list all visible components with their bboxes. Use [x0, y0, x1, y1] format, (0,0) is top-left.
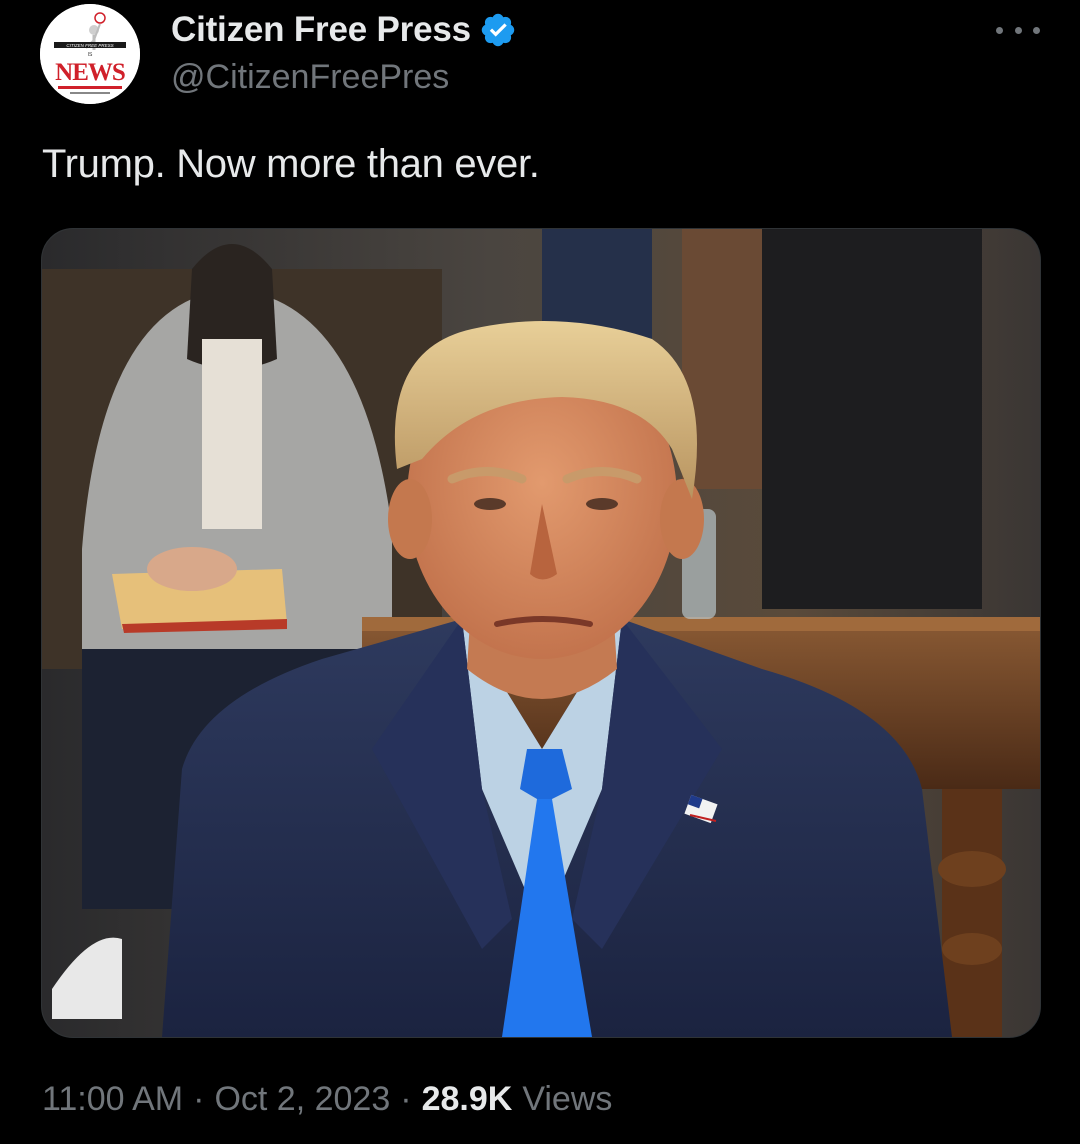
avatar-logo-image: CITIZEN FREE PRESS IS NEWS: [40, 4, 140, 104]
meta-separator: ·: [193, 1080, 205, 1118]
tweet-photo[interactable]: [41, 228, 1041, 1038]
tweet-date[interactable]: Oct 2, 2023: [214, 1080, 390, 1119]
avatar-text-top: CITIZEN FREE PRESS: [66, 43, 113, 48]
tweet-text: Trump. Now more than ever.: [42, 142, 540, 186]
author-handle[interactable]: @CitizenFreePres: [171, 58, 449, 97]
tweet-time[interactable]: 11:00 AM: [42, 1080, 183, 1119]
tweet-card: CITIZEN FREE PRESS IS NEWS Citizen Free …: [0, 0, 1080, 1144]
meta-separator: ·: [400, 1080, 412, 1118]
views-label: Views: [522, 1080, 613, 1118]
avatar-text-main: NEWS: [55, 59, 125, 86]
more-dot: [996, 26, 1003, 34]
more-options-icon[interactable]: [996, 18, 1040, 42]
views-count: 28.9K: [421, 1080, 513, 1118]
photo-image: [42, 229, 1040, 1037]
more-dot: [1014, 26, 1022, 34]
author-name-row: Citizen Free Press: [171, 8, 517, 52]
author-display-name[interactable]: Citizen Free Press: [171, 10, 471, 50]
tweet-meta: 11:00 AM · Oct 2, 2023 · 28.9K Views: [42, 1080, 612, 1119]
author-avatar[interactable]: CITIZEN FREE PRESS IS NEWS: [40, 4, 140, 104]
avatar-text-mid: IS: [88, 52, 93, 58]
more-dot: [1033, 26, 1040, 34]
verified-badge-icon[interactable]: [479, 11, 517, 49]
